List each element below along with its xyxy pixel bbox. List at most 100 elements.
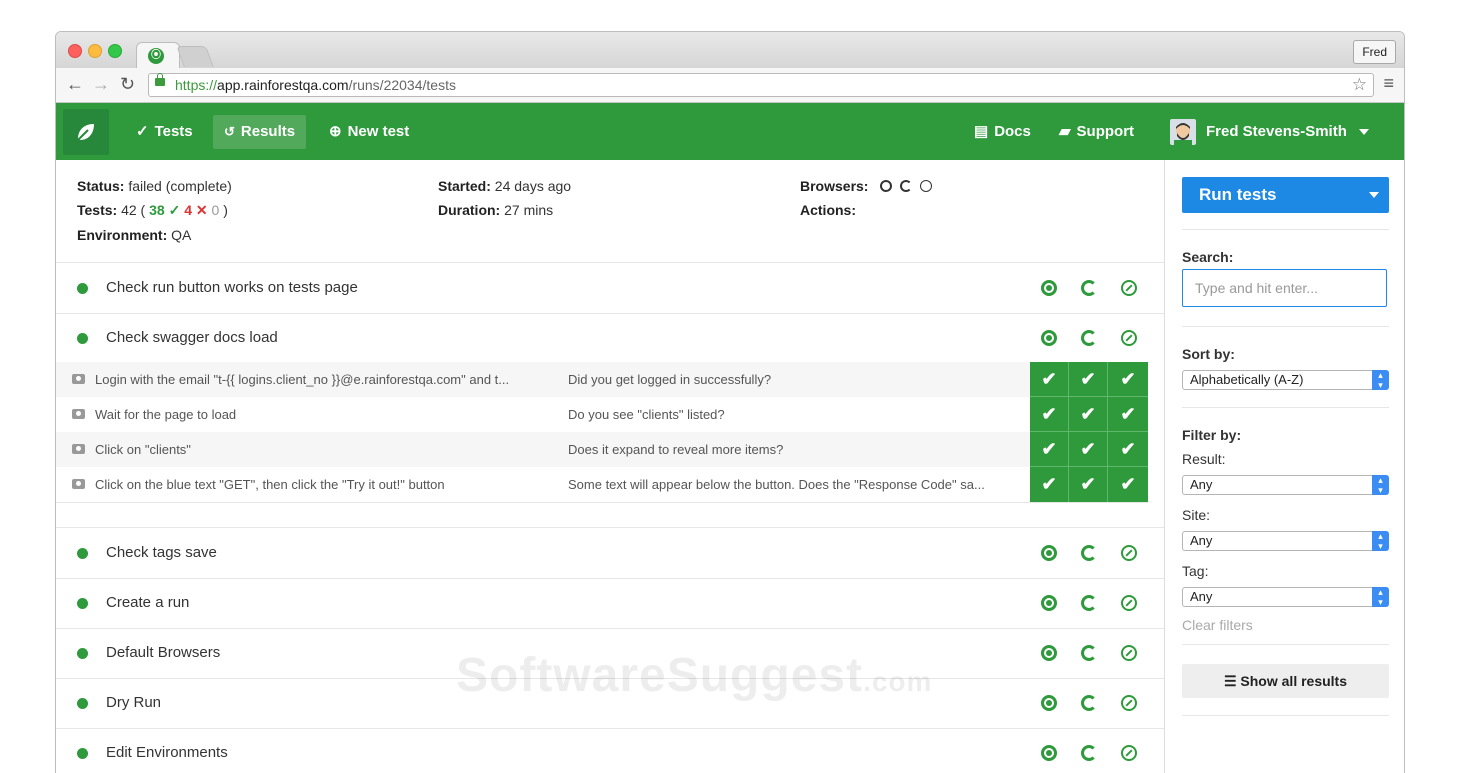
profile-button[interactable]: Fred [1353,40,1396,64]
maximize-window-button[interactable] [108,44,122,58]
firefox-result-icon[interactable] [1081,645,1097,661]
menu-icon[interactable]: ≡ [1383,73,1394,94]
safari-pass-cell[interactable]: ✔ [1108,467,1148,502]
tab-bar: ⦿ Fred [56,32,1404,69]
chevron-down-icon [1358,129,1369,135]
show-all-results-button[interactable]: ☰ Show all results [1182,664,1389,698]
chrome-result-icon[interactable] [1041,280,1057,296]
firefox-result-icon[interactable] [1081,280,1097,296]
site-value: Any [1190,533,1213,548]
rainforest-logo[interactable] [63,109,109,155]
back-arrow-icon[interactable]: ← [66,74,84,94]
safari-pass-cell[interactable]: ✔ [1108,397,1148,432]
select-arrows-icon: ▴ ▾ [1372,475,1389,495]
run-tests-button[interactable]: Run tests [1182,177,1389,213]
address-bar[interactable]: https://app.rainforestqa.com/runs/22034/… [148,73,1374,97]
clear-filters-link[interactable]: Clear filters [1182,617,1253,633]
test-title[interactable]: Edit Environments [106,728,228,773]
chrome-icon [880,180,893,192]
firefox-pass-cell[interactable]: ✔ [1069,432,1108,467]
rainforest-favicon-icon: ⦿ [148,48,164,64]
safari-result-icon[interactable] [1121,695,1137,711]
camera-icon[interactable] [72,409,85,419]
firefox-result-icon[interactable] [1081,545,1097,561]
reload-icon[interactable]: ↻ [120,74,135,94]
chrome-pass-cell[interactable]: ✔ [1030,397,1069,432]
started-label: Started: [438,178,491,194]
chrome-result-icon[interactable] [1041,330,1057,346]
test-row[interactable]: Check run button works on tests page [56,263,1164,314]
test-title[interactable]: Default Browsers [106,628,220,678]
firefox-result-icon[interactable] [1081,330,1097,346]
nav-docs[interactable]: ▤ Docs [963,115,1042,149]
chrome-result-icon[interactable] [1041,595,1057,611]
search-input[interactable] [1182,269,1387,307]
chrome-result-icon[interactable] [1041,545,1057,561]
show-all-label: Show all results [1240,673,1348,689]
step-action: Wait for the page to load [95,407,237,422]
test-title[interactable]: Check swagger docs load [106,313,278,363]
test-row[interactable]: Check tags save [56,527,1164,579]
firefox-pass-cell[interactable]: ✔ [1069,467,1108,502]
bookmark-star-icon[interactable]: ☆ [1352,74,1367,96]
firefox-pass-cell[interactable]: ✔ [1069,362,1108,397]
tag-select[interactable]: Any ▴ ▾ [1182,587,1389,607]
step-question: Does it expand to reveal more items? [568,442,784,457]
nav-new-test[interactable]: ⊕ New test [318,115,420,149]
test-title[interactable]: Dry Run [106,678,161,728]
status-label: Status: [77,178,125,194]
user-menu[interactable]: Fred Stevens-Smith [1159,115,1380,149]
close-window-button[interactable] [68,44,82,58]
safari-pass-cell[interactable]: ✔ [1108,432,1148,467]
status-dot [77,648,88,659]
chrome-pass-cell[interactable]: ✔ [1030,467,1069,502]
minimize-window-button[interactable] [88,44,102,58]
filter-label: Filter by: [1182,427,1242,443]
chrome-result-icon[interactable] [1041,745,1057,761]
firefox-icon [900,180,913,192]
status-dot [77,598,88,609]
browsers-label: Browsers: [800,178,869,194]
test-row-expanded[interactable]: Check swagger docs load [56,313,1164,363]
forward-arrow-icon[interactable]: → [92,74,110,94]
chrome-pass-cell[interactable]: ✔ [1030,432,1069,467]
test-title[interactable]: Check tags save [106,528,217,578]
chrome-pass-cell[interactable]: ✔ [1030,362,1069,397]
result-select[interactable]: Any ▴ ▾ [1182,475,1389,495]
chevron-down-icon[interactable] [1369,192,1379,198]
test-row[interactable]: Edit Environments [56,728,1164,773]
nav-support[interactable]: ▰ Support [1048,115,1145,149]
started-value: 24 days ago [494,178,572,194]
safari-result-icon[interactable] [1121,745,1137,761]
safari-result-icon[interactable] [1121,645,1137,661]
nav-results[interactable]: ↺ Results [213,115,307,149]
nav-tests[interactable]: ✓ Tests [125,115,204,149]
camera-icon[interactable] [72,374,85,384]
safari-result-icon[interactable] [1121,595,1137,611]
step-row: Click on the blue text "GET", then click… [56,467,1148,503]
tag-label: Tag: [1182,563,1209,579]
test-row[interactable]: Create a run [56,578,1164,629]
new-tab-button[interactable] [176,46,214,67]
check-circle-icon: ✓ [136,123,149,140]
nav-tests-label: Tests [154,123,193,140]
firefox-result-icon[interactable] [1081,695,1097,711]
firefox-pass-cell[interactable]: ✔ [1069,397,1108,432]
divider [1182,229,1389,230]
safari-result-icon[interactable] [1121,330,1137,346]
step-row: Click on "clients" Does it expand to rev… [56,432,1148,467]
chrome-result-icon[interactable] [1041,645,1057,661]
camera-icon[interactable] [72,444,85,454]
chrome-result-icon[interactable] [1041,695,1057,711]
test-title[interactable]: Check run button works on tests page [106,263,358,313]
browser-tab[interactable]: ⦿ [136,42,180,69]
safari-pass-cell[interactable]: ✔ [1108,362,1148,397]
test-title[interactable]: Create a run [106,578,189,628]
firefox-result-icon[interactable] [1081,595,1097,611]
firefox-result-icon[interactable] [1081,745,1097,761]
camera-icon[interactable] [72,479,85,489]
site-select[interactable]: Any ▴ ▾ [1182,531,1389,551]
sort-select[interactable]: Alphabetically (A-Z) ▴ ▾ [1182,370,1389,390]
safari-result-icon[interactable] [1121,280,1137,296]
safari-result-icon[interactable] [1121,545,1137,561]
